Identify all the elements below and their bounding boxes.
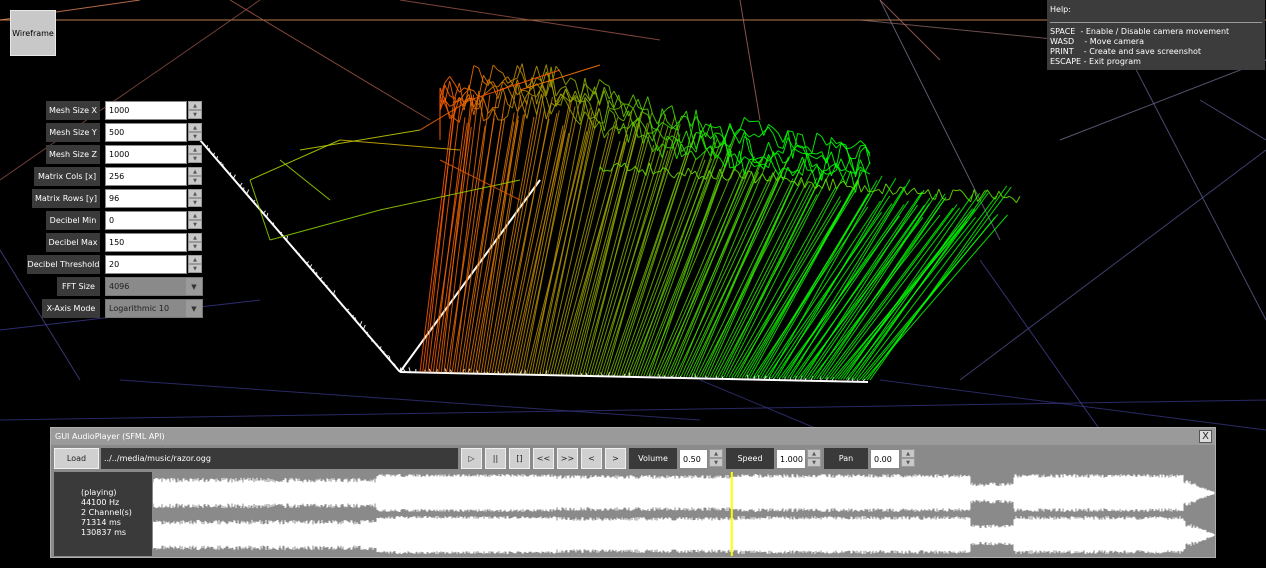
x-axis-mode-value: Logarithmic 10	[109, 304, 170, 313]
mesh-size-z-label: Mesh Size Z	[46, 145, 100, 164]
mesh-size-z-field[interactable]: 1000	[105, 145, 187, 164]
pan-label: Pan	[824, 448, 868, 469]
file-path-field[interactable]: ../../media/music/razor.ogg	[101, 448, 458, 469]
spin-down-icon[interactable]: ▼	[709, 458, 723, 467]
spin-down-icon[interactable]: ▼	[188, 264, 202, 273]
spin-up-icon[interactable]: ▲	[901, 449, 915, 458]
fast-forward-button[interactable]: >>	[557, 448, 578, 469]
decibel-min-spinner[interactable]: ▲ ▼	[188, 211, 202, 230]
decibel-max-label: Decibel Max	[46, 233, 100, 252]
wireframe-button[interactable]: Wireframe	[10, 10, 56, 56]
spin-up-icon[interactable]: ▲	[188, 101, 202, 110]
audio-player-title: GUI AudioPlayer (SFML API)	[51, 428, 1215, 445]
load-button[interactable]: Load	[54, 448, 99, 469]
fft-size-value: 4096	[109, 282, 130, 291]
channel-count: 2 Channel(s)	[81, 508, 132, 517]
spin-up-icon[interactable]: ▲	[188, 123, 202, 132]
matrix-rows-spinner[interactable]: ▲ ▼	[188, 189, 202, 208]
speed-spinner[interactable]: ▲ ▼	[807, 449, 821, 469]
stop-button[interactable]: []	[509, 448, 530, 469]
mesh-size-z-spinner[interactable]: ▲ ▼	[188, 145, 202, 164]
speed-label: Speed	[726, 448, 774, 469]
rewind-button[interactable]: <<	[533, 448, 554, 469]
spin-down-icon[interactable]: ▼	[188, 110, 202, 119]
fft-size-label: FFT Size	[57, 277, 100, 296]
spin-down-icon[interactable]: ▼	[188, 132, 202, 141]
track-duration: 130837 ms	[81, 528, 127, 537]
next-button[interactable]: >	[605, 448, 626, 469]
playback-position: 71314 ms	[81, 518, 121, 527]
matrix-rows-label: Matrix Rows [y]	[32, 189, 100, 208]
spin-down-icon[interactable]: ▼	[188, 220, 202, 229]
decibel-threshold-spinner[interactable]: ▲ ▼	[188, 255, 202, 274]
spin-up-icon[interactable]: ▲	[188, 167, 202, 176]
close-icon[interactable]: X	[1199, 430, 1212, 443]
audio-player-window: GUI AudioPlayer (SFML API) X Load ../../…	[50, 427, 1216, 558]
x-axis-mode-dropdown[interactable]: Logarithmic 10 ▼	[105, 299, 203, 318]
mesh-size-x-field[interactable]: 1000	[105, 101, 187, 120]
playback-state: (playing)	[81, 488, 117, 497]
volume-field[interactable]: 0.50	[679, 449, 708, 469]
pan-field[interactable]: 0.00	[870, 449, 900, 469]
chevron-down-icon[interactable]: ▼	[186, 278, 202, 295]
help-row: ESCAPE - Exit program	[1050, 57, 1141, 66]
spin-up-icon[interactable]: ▲	[188, 189, 202, 198]
mesh-size-x-label: Mesh Size X	[46, 101, 100, 120]
play-button[interactable]: ▷	[461, 448, 482, 469]
pan-spinner[interactable]: ▲ ▼	[901, 449, 915, 469]
spin-up-icon[interactable]: ▲	[807, 449, 821, 458]
spin-down-icon[interactable]: ▼	[807, 458, 821, 467]
spin-up-icon[interactable]: ▲	[188, 145, 202, 154]
spin-up-icon[interactable]: ▲	[188, 233, 202, 242]
help-title: Help:	[1050, 5, 1071, 14]
matrix-cols-field[interactable]: 256	[105, 167, 187, 186]
mesh-size-x-spinner[interactable]: ▲ ▼	[188, 101, 202, 120]
decibel-max-spinner[interactable]: ▲ ▼	[188, 233, 202, 252]
spin-down-icon[interactable]: ▼	[188, 242, 202, 251]
help-row: PRINT - Create and save screenshot	[1050, 47, 1202, 56]
chevron-down-icon[interactable]: ▼	[186, 300, 202, 317]
volume-label: Volume	[629, 448, 677, 469]
spin-down-icon[interactable]: ▼	[188, 176, 202, 185]
decibel-threshold-field[interactable]: 20	[105, 255, 187, 274]
track-info-panel: (playing) 44100 Hz 2 Channel(s) 71314 ms…	[54, 472, 152, 556]
spin-down-icon[interactable]: ▼	[188, 198, 202, 207]
previous-button[interactable]: <	[581, 448, 602, 469]
speed-field[interactable]: 1.000	[776, 449, 806, 469]
fft-size-dropdown[interactable]: 4096 ▼	[105, 277, 203, 296]
waveform-scrubber[interactable]	[153, 472, 1215, 556]
help-panel: Help: SPACE - Enable / Disable camera mo…	[1047, 0, 1265, 70]
spin-down-icon[interactable]: ▼	[901, 458, 915, 467]
spin-up-icon[interactable]: ▲	[188, 255, 202, 264]
mesh-size-y-field[interactable]: 500	[105, 123, 187, 142]
matrix-cols-label: Matrix Cols [x]	[34, 167, 100, 186]
help-divider	[1050, 22, 1262, 23]
decibel-min-field[interactable]: 0	[105, 211, 187, 230]
decibel-max-field[interactable]: 150	[105, 233, 187, 252]
mesh-size-y-spinner[interactable]: ▲ ▼	[188, 123, 202, 142]
x-axis-mode-label: X-Axis Mode	[42, 299, 100, 318]
pause-button[interactable]: ||	[485, 448, 506, 469]
spin-down-icon[interactable]: ▼	[188, 154, 202, 163]
matrix-rows-field[interactable]: 96	[105, 189, 187, 208]
help-row: SPACE - Enable / Disable camera movement	[1050, 27, 1230, 36]
decibel-min-label: Decibel Min	[46, 211, 100, 230]
spin-up-icon[interactable]: ▲	[709, 449, 723, 458]
decibel-threshold-label: Decibel Threshold	[27, 255, 100, 274]
mesh-size-y-label: Mesh Size Y	[46, 123, 100, 142]
volume-spinner[interactable]: ▲ ▼	[709, 449, 723, 469]
spin-up-icon[interactable]: ▲	[188, 211, 202, 220]
sample-rate: 44100 Hz	[81, 498, 120, 507]
matrix-cols-spinner[interactable]: ▲ ▼	[188, 167, 202, 186]
help-row: WASD - Move camera	[1050, 37, 1144, 46]
